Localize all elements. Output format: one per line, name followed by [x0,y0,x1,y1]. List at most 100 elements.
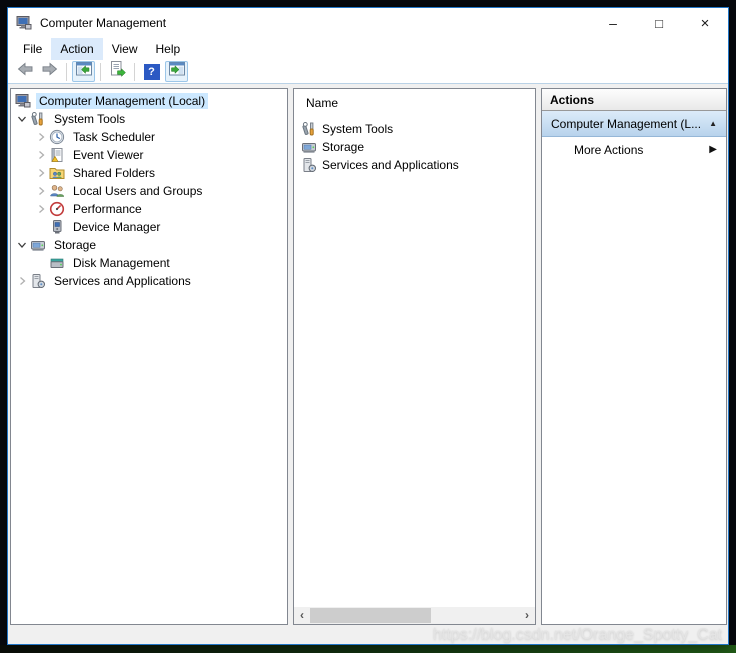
chevron-right-icon[interactable] [33,165,49,181]
more-actions-label: More Actions [574,143,709,157]
menu-view[interactable]: View [103,38,147,60]
actions-group-computer-management[interactable]: Computer Management (L... ▲ [542,111,726,137]
list-item-label: Storage [322,140,364,154]
chevron-right-icon[interactable] [14,273,30,289]
actions-pane: Actions Computer Management (L... ▲ More… [541,88,727,625]
tree-item-services-and-applications[interactable]: Services and Applications [11,272,287,290]
tree-item-local-users-and-groups[interactable]: Local Users and Groups [11,182,287,200]
show-hide-action-pane-icon [168,60,186,83]
services-and-applications-icon [30,273,46,289]
tree-item-task-scheduler[interactable]: Task Scheduler [11,128,287,146]
menu-help[interactable]: Help [147,38,190,60]
horizontal-scrollbar[interactable]: ‹ › [294,607,535,624]
list-item-label: Services and Applications [322,158,459,172]
show-hide-console-tree-icon [75,60,93,83]
tree-item-label: Performance [70,201,145,217]
minimize-button[interactable]: – [590,8,636,38]
tree-item-label: Task Scheduler [70,129,158,145]
menu-file[interactable]: File [14,38,51,60]
toolbar-separator [100,63,101,81]
more-actions-item[interactable]: More Actions ▶ [542,137,726,162]
shared-folders-icon [49,165,65,181]
chevron-right-icon[interactable] [33,183,49,199]
list-pane: Name System Tools Storage [293,88,536,625]
expander-spacer [33,255,49,271]
chevron-right-icon[interactable] [33,147,49,163]
help-icon: ? [144,64,160,80]
close-button[interactable]: × [682,8,728,38]
list-item-services-and-applications[interactable]: Services and Applications [294,156,535,174]
tree-item-label: Device Manager [70,219,163,235]
menu-action[interactable]: Action [51,38,102,60]
scrollbar-track[interactable] [310,607,519,624]
console-content: Computer Management (Local) System Tools [8,84,728,644]
computer-icon [15,93,31,109]
scrollbar-thumb[interactable] [310,608,431,623]
show-hide-console-tree-button[interactable] [72,61,95,82]
computer-management-app-icon [16,15,32,31]
maximize-button[interactable]: □ [636,8,682,38]
storage-icon [301,139,317,155]
tree-item-label: Computer Management (Local) [36,93,208,109]
device-manager-icon [49,219,65,235]
system-tools-icon [30,111,46,127]
back-button[interactable] [13,61,36,82]
performance-icon [49,201,65,217]
toolbar-separator [66,63,67,81]
console-tree-pane: Computer Management (Local) System Tools [10,88,288,625]
list-item-label: System Tools [322,122,393,136]
tree-item-label: Disk Management [70,255,173,271]
forward-icon [41,60,59,83]
tree-item-storage[interactable]: Storage [11,236,287,254]
chevron-right-icon[interactable] [33,129,49,145]
window-title: Computer Management [40,16,166,30]
tree-item-label: Services and Applications [51,273,194,289]
scroll-right-icon[interactable]: › [519,607,535,624]
tree-item-device-manager[interactable]: Device Manager [11,218,287,236]
tree-item-performance[interactable]: Performance [11,200,287,218]
tree-item-event-viewer[interactable]: Event Viewer [11,146,287,164]
window-controls: – □ × [590,8,728,38]
column-header-name[interactable]: Name [294,89,535,120]
toolbar-separator [134,63,135,81]
export-list-button[interactable] [106,61,129,82]
tree-item-disk-management[interactable]: Disk Management [11,254,287,272]
event-viewer-icon [49,147,65,163]
storage-icon [30,237,46,253]
watermark: https://blog.csdn.net/Orange_Spotty_Cat [433,626,722,644]
export-list-icon [109,60,127,83]
list-item-system-tools[interactable]: System Tools [294,120,535,138]
tree-item-label: Shared Folders [70,165,158,181]
show-hide-action-pane-button[interactable] [165,61,188,82]
tree-item-shared-folders[interactable]: Shared Folders [11,164,287,182]
chevron-right-icon[interactable] [33,201,49,217]
collapse-group-icon[interactable]: ▲ [709,119,717,128]
menubar: File Action View Help [8,38,728,60]
tree-item-computer-management-local[interactable]: Computer Management (Local) [11,92,287,110]
desktop: Computer Management – □ × File Action Vi… [0,0,736,653]
tree-item-label: Local Users and Groups [70,183,205,199]
actions-pane-header: Actions [542,89,726,111]
task-scheduler-icon [49,129,65,145]
desktop-wallpaper-strip [0,645,736,653]
help-button[interactable]: ? [140,61,163,82]
submenu-arrow-icon: ▶ [709,144,717,155]
back-icon [16,60,34,83]
system-tools-icon [301,121,317,137]
titlebar[interactable]: Computer Management – □ × [8,8,728,38]
tree-item-label: Event Viewer [70,147,146,163]
chevron-down-icon[interactable] [14,237,30,253]
chevron-down-icon[interactable] [14,111,30,127]
forward-button[interactable] [38,61,61,82]
services-and-applications-icon [301,157,317,173]
tree-item-label: System Tools [51,111,128,127]
tree-item-system-tools[interactable]: System Tools [11,110,287,128]
computer-management-window: Computer Management – □ × File Action Vi… [7,7,729,645]
toolbar: ? [8,60,728,84]
scroll-left-icon[interactable]: ‹ [294,607,310,624]
list-item-storage[interactable]: Storage [294,138,535,156]
disk-management-icon [49,255,65,271]
expander-spacer [33,219,49,235]
actions-group-title: Computer Management (L... [551,117,709,131]
local-users-and-groups-icon [49,183,65,199]
